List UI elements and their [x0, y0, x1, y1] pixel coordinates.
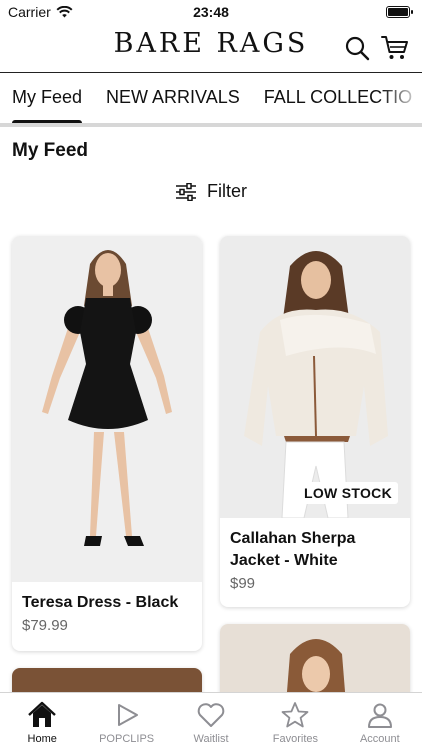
page-title: My Feed [12, 140, 89, 161]
person-icon [367, 703, 392, 728]
tabbar-popclips[interactable]: POPCLIPS [84, 693, 168, 750]
cart-icon[interactable] [381, 34, 409, 62]
home-icon [28, 701, 57, 727]
filter-label: Filter [207, 181, 247, 201]
search-icon[interactable] [343, 34, 371, 62]
carrier-group: Carrier [8, 4, 73, 20]
tabbar-label: Home [27, 733, 57, 745]
product-name: Teresa Dress - Black [22, 594, 179, 611]
product-info: Callahan Sherpa Jacket - White $99 [220, 518, 410, 592]
status-bar: Carrier 23:48 [0, 0, 422, 24]
app-header: BARE RAGS [0, 24, 422, 72]
play-icon [117, 704, 138, 726]
product-card[interactable]: LOW STOCK Callahan Sherpa Jacket - White… [220, 236, 410, 607]
model-photo [42, 250, 172, 546]
product-name: Callahan Sherpa Jacket - White [230, 530, 356, 569]
carrier-label: Carrier [8, 4, 51, 20]
filter-button[interactable]: Filter [175, 181, 247, 202]
tabbar-label: Favorites [272, 733, 319, 745]
category-tabs: My Feed NEW ARRIVALS FALL COLLECTIO [0, 73, 422, 125]
model-photo [244, 251, 388, 518]
tabbar-label: POPCLIPS [99, 733, 155, 745]
product-info: Teresa Dress - Black $79.99 [12, 582, 202, 634]
tabbar-label: Waitlist [193, 733, 229, 745]
product-price: $79.99 [22, 617, 68, 634]
star-icon [282, 702, 309, 728]
tabbar-favorites[interactable]: Favorites [253, 693, 337, 750]
heart-icon [197, 703, 225, 727]
sliders-icon [176, 182, 196, 201]
tabbar-label: Account [359, 733, 400, 745]
wifi-icon [56, 6, 73, 18]
low-stock-badge: LOW STOCK [298, 482, 398, 504]
tab-my-feed[interactable]: My Feed [0, 73, 94, 125]
product-price: $99 [230, 575, 256, 592]
tabbar-home[interactable]: Home [0, 693, 84, 750]
product-image[interactable]: LOW STOCK [220, 236, 410, 518]
battery-icon [386, 6, 413, 18]
product-image[interactable] [12, 236, 202, 582]
tabbar-account[interactable]: Account [338, 693, 422, 750]
bottom-tab-bar: Home POPCLIPS Waitlist Favorites Account [0, 692, 422, 750]
product-card[interactable]: Teresa Dress - Black $79.99 [12, 236, 202, 651]
tabs-divider [0, 123, 422, 127]
tabbar-waitlist[interactable]: Waitlist [169, 693, 253, 750]
tab-new-arrivals[interactable]: NEW ARRIVALS [94, 73, 252, 125]
tabs-fade [382, 73, 422, 123]
